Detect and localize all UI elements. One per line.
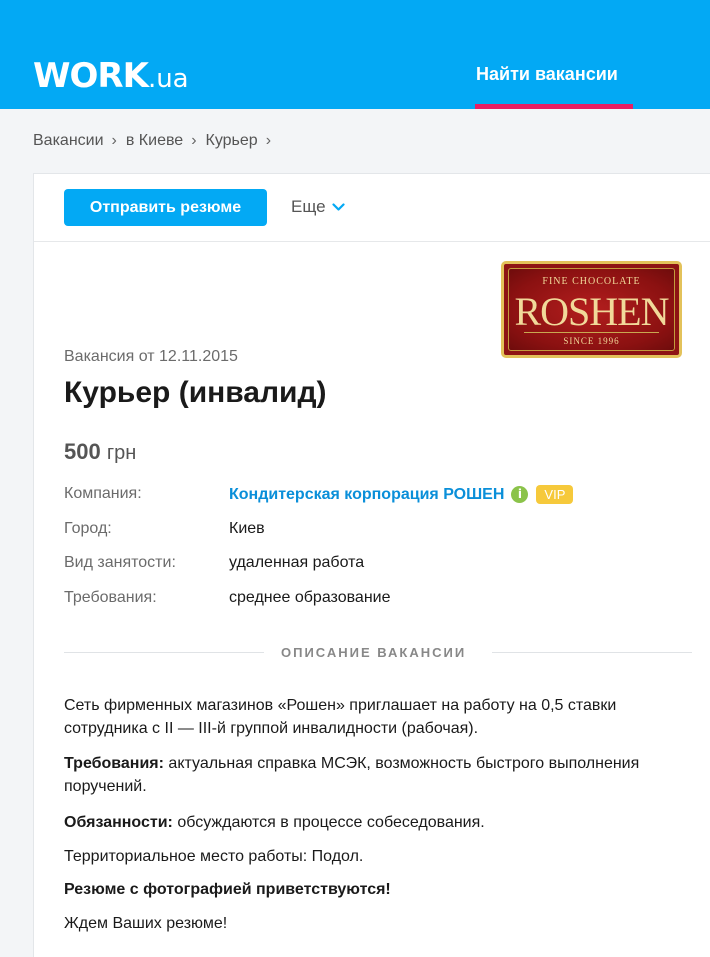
nav-find-vacancies[interactable]: Найти вакансии bbox=[476, 64, 618, 85]
vacancy-card: Отправить резюме Еще FINE CHOCOLATE ROSH… bbox=[33, 173, 710, 957]
chevron-down-icon bbox=[331, 202, 345, 211]
logo-suffix: .ua bbox=[147, 64, 189, 94]
duties-text: обсуждаются в процессе собеседования. bbox=[172, 814, 485, 831]
send-resume-button[interactable]: Отправить резюме bbox=[64, 189, 267, 226]
duties-label: Обязанности: bbox=[64, 814, 173, 831]
info-icon[interactable]: i bbox=[511, 486, 529, 503]
description-duties: Обязанности: обсуждаются в процессе собе… bbox=[64, 811, 684, 834]
breadcrumb: Вакансии › в Киеве › Курьер › bbox=[33, 132, 280, 150]
vacancy-title: Курьер (инвалид) bbox=[64, 376, 327, 409]
description-closing: Ждем Ваших резюме! bbox=[64, 915, 228, 932]
salary-currency: грн bbox=[106, 442, 137, 464]
description-location: Территориальное место работы: Подол. bbox=[64, 848, 364, 865]
description-intro: Сеть фирменных магазинов «Рошен» приглаш… bbox=[64, 697, 617, 737]
company-link[interactable]: Кондитерская корпорация РОШЕН bbox=[229, 486, 504, 504]
vacancy-toolbar: Отправить резюме Еще bbox=[34, 174, 710, 242]
breadcrumb-courier[interactable]: Курьер bbox=[206, 132, 258, 150]
chevron-right-icon: › bbox=[191, 132, 197, 149]
section-divider bbox=[64, 652, 264, 653]
chevron-right-icon: › bbox=[265, 132, 272, 149]
posted-date: Вакансия от 12.11.2015 bbox=[64, 348, 238, 365]
breadcrumb-vacancies[interactable]: Вакансии bbox=[33, 132, 104, 150]
more-dropdown[interactable]: Еще bbox=[291, 197, 345, 217]
breadcrumb-kiev[interactable]: в Киеве bbox=[126, 132, 183, 150]
salary: 500 грн bbox=[64, 439, 136, 465]
more-label: Еще bbox=[291, 197, 326, 216]
detail-value: Киев bbox=[229, 520, 265, 537]
detail-label: Город: bbox=[64, 520, 112, 537]
vip-badge: VIP bbox=[536, 485, 574, 504]
logo-brand: ROSHEN bbox=[514, 289, 669, 334]
section-title-description: ОПИСАНИЕ ВАКАНСИИ bbox=[281, 645, 467, 660]
detail-value: удаленная работа bbox=[229, 554, 365, 571]
detail-label: Требования: bbox=[64, 589, 157, 606]
detail-value: среднее образование bbox=[229, 589, 391, 606]
description-photo-note: Резюме с фотографией приветствуются! bbox=[64, 881, 391, 898]
site-logo[interactable]: WORK.ua bbox=[33, 56, 189, 96]
logo-since: SINCE 1996 bbox=[563, 336, 620, 346]
detail-label: Компания: bbox=[64, 485, 142, 502]
nav-active-indicator bbox=[475, 104, 633, 109]
section-divider bbox=[492, 652, 692, 653]
logo-tagline: FINE CHOCOLATE bbox=[542, 276, 641, 287]
company-logo[interactable]: FINE CHOCOLATE ROSHEN SINCE 1996 bbox=[501, 261, 682, 358]
logo-main: WORK bbox=[33, 56, 149, 96]
description-requirements: Требования: актуальная справка МСЭК, воз… bbox=[64, 752, 684, 798]
salary-amount: 500 bbox=[64, 439, 101, 464]
chevron-right-icon: › bbox=[111, 132, 117, 149]
requirements-label: Требования: bbox=[64, 755, 164, 772]
detail-label: Вид занятости: bbox=[64, 554, 176, 571]
site-header: WORK.ua Найти вакансии bbox=[0, 0, 710, 109]
